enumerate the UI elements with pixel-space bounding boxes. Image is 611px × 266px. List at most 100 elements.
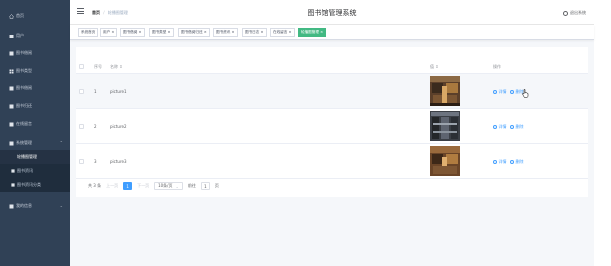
- settings-icon: [9, 141, 14, 146]
- tag-users[interactable]: 用户 ×: [100, 28, 118, 37]
- row-index: 1: [94, 89, 97, 94]
- carousel-thumbnail[interactable]: [430, 111, 460, 141]
- chevron-down-icon: ⌄: [59, 203, 63, 208]
- top-header: 首页 / 轮播图管理 图书馆管理系统 退出系统: [70, 0, 594, 25]
- delete-icon: [510, 125, 514, 129]
- tag-book-news[interactable]: 图书资讯 ×: [213, 28, 238, 37]
- goto-page-input[interactable]: 1: [200, 182, 210, 190]
- header-actions: 操作: [493, 64, 501, 69]
- chevron-down-icon: ⌄: [175, 183, 179, 189]
- sidebar-item-users[interactable]: 用户: [0, 29, 70, 43]
- book-return-icon: [9, 104, 14, 109]
- detail-label: 详情: [498, 89, 507, 94]
- sidebar-item-home[interactable]: 首页: [0, 9, 70, 23]
- row-name: picture1: [110, 89, 127, 94]
- home-icon: [9, 13, 14, 19]
- user-icon: [9, 34, 14, 39]
- row-checkbox[interactable]: [79, 89, 84, 94]
- goto-label: 前往: [187, 183, 196, 188]
- detail-button[interactable]: 详情: [493, 89, 507, 95]
- delete-icon: [510, 160, 514, 164]
- sidebar-item-label: 我的信息: [16, 203, 32, 208]
- system-title: 图书馆管理系统: [307, 9, 357, 17]
- page-unit-label: 页: [214, 183, 219, 188]
- book-icon: [9, 86, 14, 91]
- sidebar-item-book-borrow[interactable]: 图书借阅: [0, 46, 70, 60]
- detail-icon: [493, 125, 497, 129]
- delete-button[interactable]: 删除: [510, 159, 524, 165]
- logout-label: 退出系统: [570, 10, 586, 15]
- carousel-thumbnail[interactable]: [430, 146, 460, 176]
- header-name[interactable]: 名称 ⇕: [110, 64, 123, 70]
- table-header: 序号 名称 ⇕ 值 ⇕ 操作: [76, 59, 588, 74]
- row-name: picture3: [110, 159, 127, 164]
- sidebar-item-my-info[interactable]: 我的信息 ⌄: [0, 199, 70, 213]
- sidebar-item-book-return[interactable]: 图书归还: [0, 99, 70, 113]
- sidebar-item-label: 图书类型: [16, 68, 32, 73]
- detail-icon: [493, 90, 497, 94]
- pagination: 共 3 条 上一页 1 下一页 10条/页 ⌄ 前往 1 页: [88, 181, 224, 191]
- tag-messages[interactable]: 在线留言 ×: [270, 28, 295, 37]
- next-page-button[interactable]: 下一页: [137, 183, 149, 189]
- row-name: picture2: [110, 124, 127, 129]
- sidebar-item-system[interactable]: 系统管理 ⌃: [0, 136, 70, 150]
- detail-button[interactable]: 详情: [493, 159, 507, 165]
- carousel-table-card: 序号 名称 ⇕ 值 ⇕ 操作 1 picture1 详情 删除 2 pictur…: [76, 47, 588, 197]
- sidebar-subitem-carousel[interactable]: 轮播图管理: [0, 150, 70, 164]
- tag-book-borrow[interactable]: 图书借阅 ×: [120, 28, 145, 37]
- row-index: 3: [94, 159, 97, 164]
- tag-home[interactable]: 系统首页: [78, 28, 99, 37]
- sidebar-item-label: 图书借阅: [16, 50, 32, 55]
- delete-button[interactable]: 删除: [510, 124, 524, 130]
- row-checkbox[interactable]: [79, 124, 84, 129]
- header-index: 序号: [94, 64, 102, 69]
- logout-button[interactable]: 退出系统: [563, 10, 586, 16]
- tag-carousel-active[interactable]: 轮播图管理 ×: [298, 28, 327, 37]
- carousel-thumbnail[interactable]: [430, 76, 460, 106]
- tags-view-bar: 系统首页 用户 × 图书借阅 × 图书类型 × 图书借阅归还 × 图书资讯 × …: [70, 25, 594, 40]
- clock-icon: [563, 10, 568, 16]
- app-frame: 首页 用户 图书借阅 图书类型 图书借阅 图书归还 在线留言 系统管理 ⌃ 轮播…: [0, 0, 594, 266]
- page-size-value: 10条/页: [158, 183, 173, 188]
- hand-cursor-icon: [522, 89, 529, 99]
- pagination-total: 共 3 条: [88, 183, 102, 188]
- sidebar-subitem-news[interactable]: 图书资讯: [0, 164, 70, 178]
- detail-label: 详情: [498, 124, 507, 129]
- tag-book-type[interactable]: 图书类型 ×: [149, 28, 174, 37]
- sidebar: 首页 用户 图书借阅 图书类型 图书借阅 图书归还 在线留言 系统管理 ⌃ 轮播…: [0, 0, 70, 266]
- news-category-icon: [11, 182, 15, 188]
- tag-borrow-return[interactable]: 图书借阅归还 ×: [178, 28, 210, 37]
- chevron-up-icon: ⌃: [59, 140, 63, 145]
- table-row[interactable]: 2 picture2 详情 删除: [76, 109, 588, 144]
- sidebar-subitem-news-category[interactable]: 图书资讯分类: [0, 178, 70, 192]
- detail-icon: [493, 160, 497, 164]
- sidebar-item-label: 系统管理: [16, 140, 32, 145]
- book-info-icon: [9, 51, 14, 56]
- sidebar-item-label: 在线留言: [16, 121, 32, 126]
- sidebar-subitem-label: 轮播图管理: [17, 154, 37, 159]
- sidebar-item-book-borrow-2[interactable]: 图书借阅: [0, 81, 70, 95]
- sidebar-subitem-label: 图书资讯分类: [17, 182, 41, 187]
- detail-button[interactable]: 详情: [493, 124, 507, 130]
- row-index: 2: [94, 124, 97, 129]
- sidebar-item-book-type[interactable]: 图书类型: [0, 64, 70, 78]
- page-number-current[interactable]: 1: [123, 182, 133, 190]
- sidebar-item-messages[interactable]: 在线留言: [0, 117, 70, 131]
- table-row[interactable]: 1 picture1 详情 删除: [76, 74, 588, 109]
- delete-label: 删除: [515, 159, 524, 164]
- person-icon: [9, 204, 14, 209]
- sidebar-item-label: 用户: [16, 33, 24, 38]
- delete-label: 删除: [515, 124, 524, 129]
- page-size-select[interactable]: 10条/页 ⌄: [154, 182, 183, 190]
- header-value[interactable]: 值 ⇕: [430, 64, 439, 70]
- tag-book-log[interactable]: 图书日志 ×: [242, 28, 267, 37]
- select-all-checkbox[interactable]: [79, 64, 84, 69]
- grid-icon: [9, 69, 14, 74]
- prev-page-button[interactable]: 上一页: [106, 183, 118, 189]
- news-icon: [11, 168, 15, 174]
- detail-label: 详情: [498, 159, 507, 164]
- row-checkbox[interactable]: [79, 159, 84, 164]
- delete-icon: [510, 90, 514, 94]
- table-row[interactable]: 3 picture3 详情 删除: [76, 144, 588, 179]
- sidebar-item-label: 图书归还: [16, 103, 32, 108]
